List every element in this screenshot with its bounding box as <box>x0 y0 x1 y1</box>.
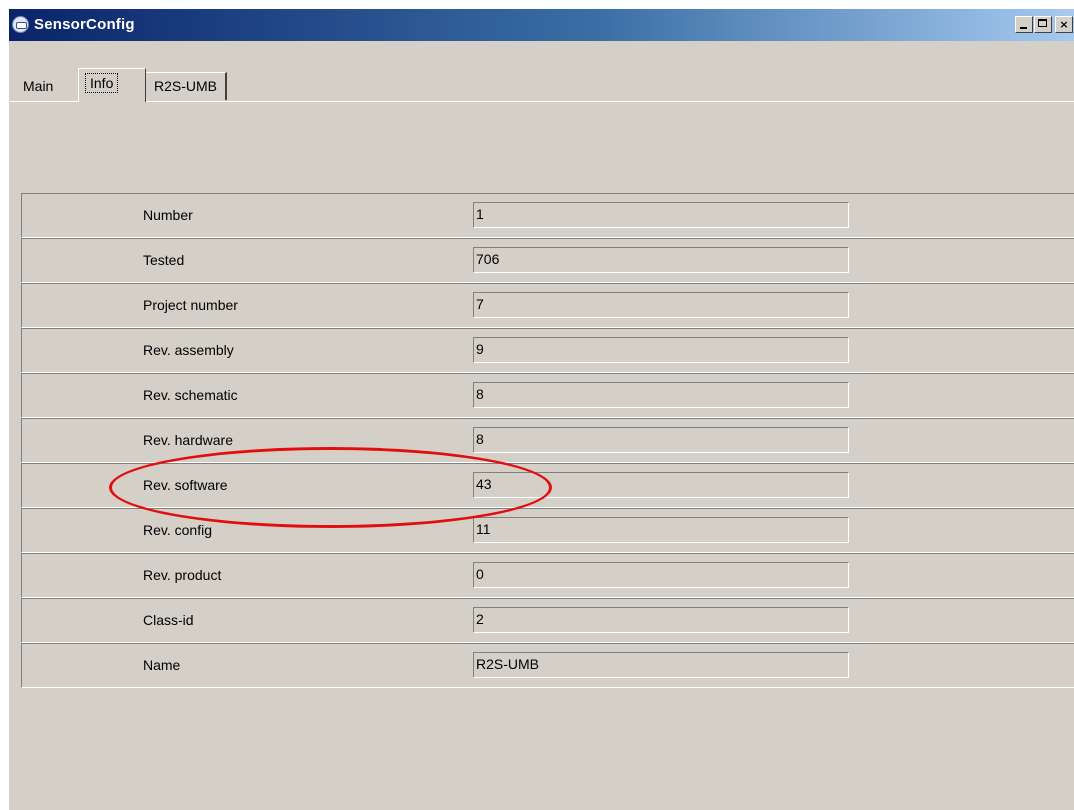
row-label: Number <box>143 207 193 223</box>
row-label: Rev. software <box>143 477 228 493</box>
sensorconfig-window: SensorConfig × Main Info R2S-UMB Number … <box>8 8 1074 810</box>
minimize-icon <box>1020 27 1027 29</box>
info-row-name: Name R2S-UMB <box>21 643 1074 688</box>
rev-product-field[interactable]: 0 <box>473 562 849 588</box>
info-row-project-number: Project number 7 <box>21 283 1074 328</box>
row-label: Rev. assembly <box>143 342 234 358</box>
app-icon[interactable] <box>12 16 29 33</box>
row-label: Rev. config <box>143 522 212 538</box>
info-row-tested: Tested 706 <box>21 238 1074 283</box>
rev-config-field[interactable]: 11 <box>473 517 849 543</box>
rev-hardware-field[interactable]: 8 <box>473 427 849 453</box>
row-label: Tested <box>143 252 185 268</box>
rev-software-field[interactable]: 43 <box>473 472 849 498</box>
title-bar[interactable]: SensorConfig × <box>9 9 1074 41</box>
tab-info[interactable]: Info <box>78 68 146 102</box>
minimize-button[interactable] <box>1015 16 1033 33</box>
tab-divider <box>9 101 1074 102</box>
info-row-rev-assembly: Rev. assembly 9 <box>21 328 1074 373</box>
number-field[interactable]: 1 <box>473 202 849 228</box>
class-id-field[interactable]: 2 <box>473 607 849 633</box>
info-row-rev-software: Rev. software 43 <box>21 463 1074 508</box>
close-icon: × <box>1059 18 1069 31</box>
info-row-rev-config: Rev. config 11 <box>21 508 1074 553</box>
close-button[interactable]: × <box>1055 16 1073 33</box>
tab-r2s-umb[interactable]: R2S-UMB <box>146 72 228 100</box>
tab-main[interactable]: Main <box>19 76 57 98</box>
maximize-icon <box>1038 19 1047 27</box>
rev-schematic-field[interactable]: 8 <box>473 382 849 408</box>
info-row-rev-schematic: Rev. schematic 8 <box>21 373 1074 418</box>
window-title: SensorConfig <box>34 16 135 33</box>
info-row-rev-product: Rev. product 0 <box>21 553 1074 598</box>
info-row-rev-hardware: Rev. hardware 8 <box>21 418 1074 463</box>
maximize-button[interactable] <box>1034 16 1052 33</box>
tested-field[interactable]: 706 <box>473 247 849 273</box>
tab-r2s-umb-label: R2S-UMB <box>154 78 218 94</box>
row-label: Name <box>143 657 181 673</box>
info-row-class-id: Class-id 2 <box>21 598 1074 643</box>
info-row-number: Number 1 <box>21 193 1074 238</box>
row-label: Rev. hardware <box>143 432 234 448</box>
project-number-field[interactable]: 7 <box>473 292 849 318</box>
row-label: Rev. schematic <box>143 387 238 403</box>
row-label: Class-id <box>143 612 194 628</box>
tab-info-label: Info <box>85 73 119 93</box>
rev-assembly-field[interactable]: 9 <box>473 337 849 363</box>
name-field[interactable]: R2S-UMB <box>473 652 849 678</box>
row-label: Project number <box>143 297 238 313</box>
tab-main-label: Main <box>23 78 54 94</box>
row-label: Rev. product <box>143 567 222 583</box>
